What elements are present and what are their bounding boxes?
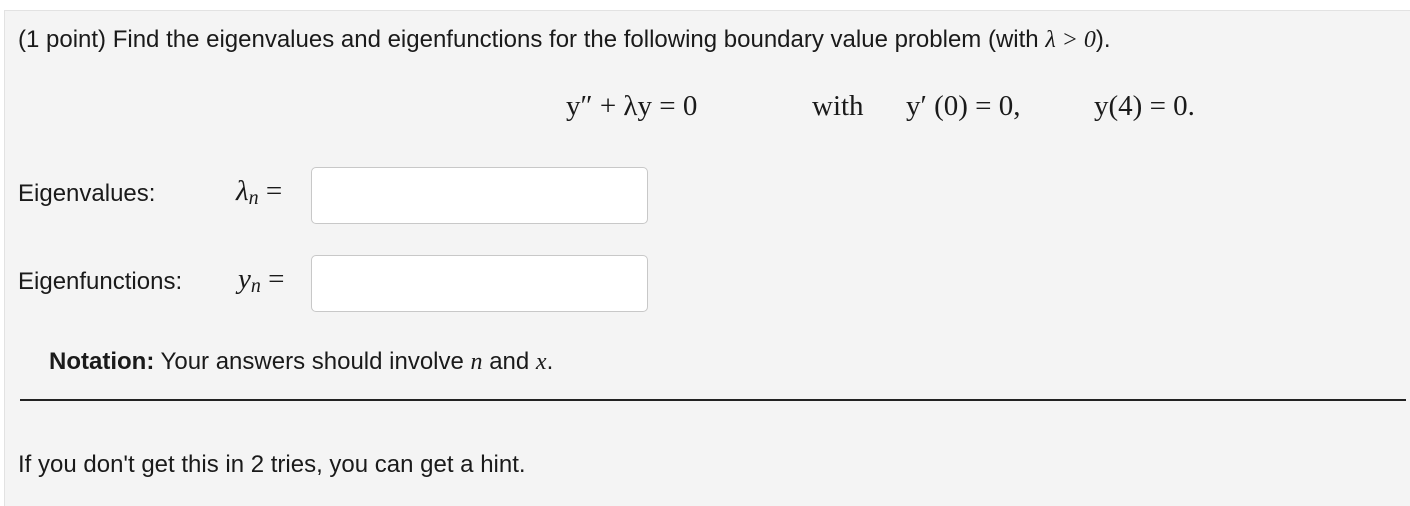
eigenvalues-label: Eigenvalues: [18, 180, 156, 207]
problem-close: ). [1095, 26, 1111, 53]
eigenfunction-input[interactable] [311, 255, 648, 312]
notation-text: Your answers should involve [160, 348, 464, 375]
eigenvalue-input[interactable] [311, 167, 648, 224]
boundary-condition-1: y′ (0) = 0, [906, 90, 1021, 122]
notation-and: and [489, 348, 530, 375]
notation-var-x: x [535, 349, 547, 375]
eigenfunction-equals: = [268, 263, 285, 295]
eigenfunctions-label: Eigenfunctions: [18, 268, 183, 295]
eigenvalue-equals: = [265, 175, 283, 207]
eigenvalue-symbol: λn = [236, 175, 282, 210]
lambda-symbol: λ [236, 175, 249, 207]
section-divider [20, 399, 1406, 401]
problem-prompt: (1 point) Find the eigenvalues and eigen… [18, 26, 1111, 54]
hint-text: If you don't get this in 2 tries, you ca… [18, 451, 526, 478]
eigenfunction-symbol: yn = [238, 263, 284, 298]
with-word: with [812, 90, 864, 122]
problem-text: Find the eigenvalues and eigenfunctions … [112, 26, 1039, 53]
notation-note: Notation: Your answers should involve n … [49, 348, 553, 376]
notation-heading: Notation: [49, 348, 155, 375]
y-subscript: n [250, 275, 261, 297]
ode-expression: y″ + λy = 0 [566, 90, 698, 122]
y-symbol: y [238, 263, 251, 295]
notation-end: . [546, 348, 554, 375]
problem-panel [4, 10, 1410, 506]
lambda-condition: λ > 0 [1045, 27, 1096, 53]
points-label: (1 point) [18, 26, 107, 53]
lambda-subscript: n [248, 187, 259, 209]
boundary-condition-2: y(4) = 0. [1094, 90, 1195, 122]
notation-var-n: n [470, 349, 483, 375]
